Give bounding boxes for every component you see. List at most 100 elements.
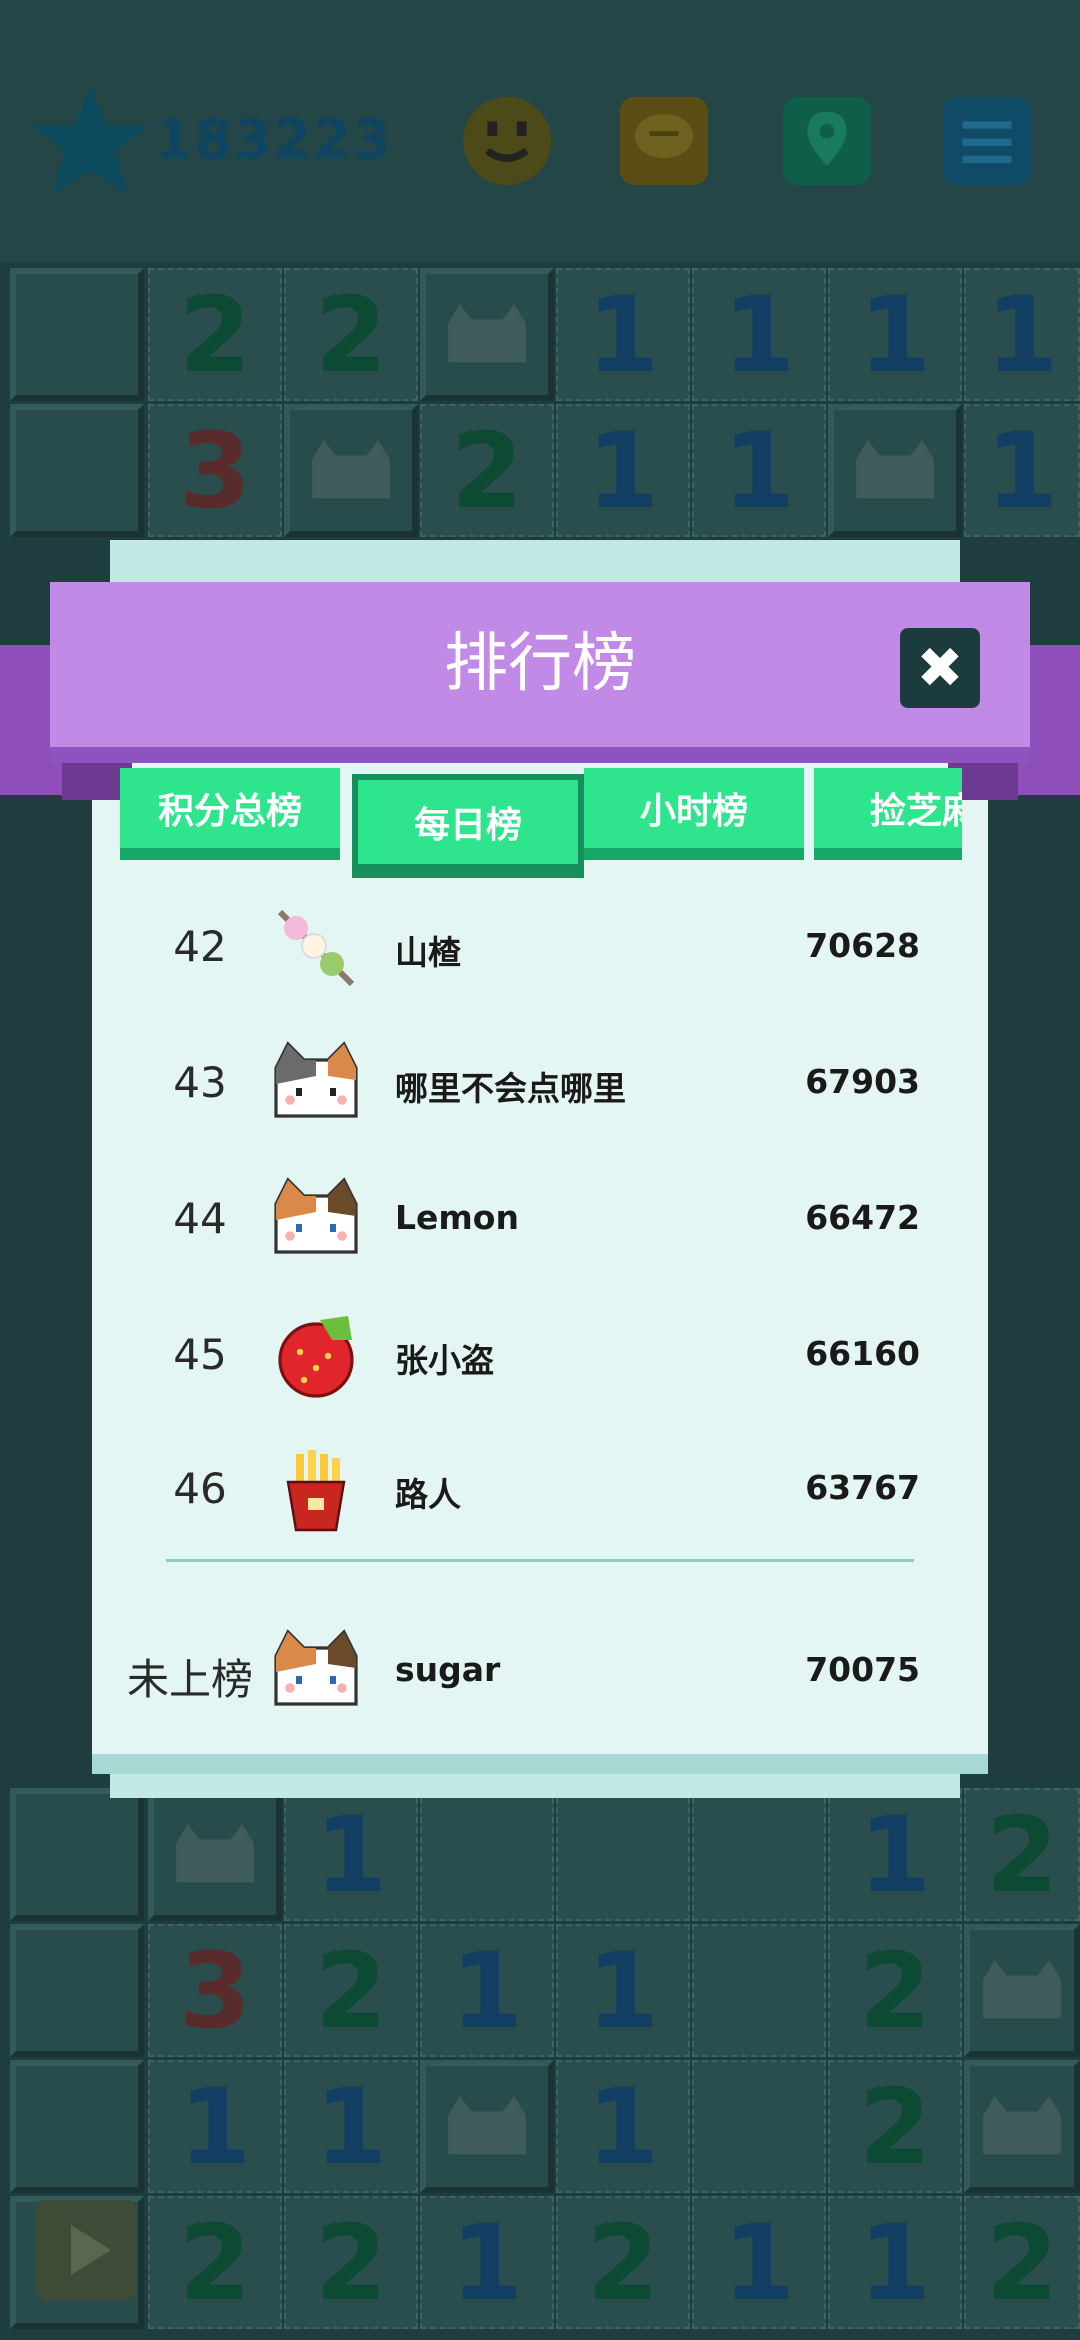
board-cell[interactable]: 2 — [964, 1788, 1080, 1921]
cat-icon — [856, 439, 934, 498]
tab-total[interactable]: 积分总榜 — [120, 768, 340, 860]
player-points: 66472 — [805, 1198, 920, 1237]
skewer-icon — [277, 909, 355, 987]
rank: 45 — [173, 1330, 227, 1379]
board-cell[interactable]: 3 — [148, 1924, 282, 2057]
board-cell[interactable]: 1 — [556, 2060, 690, 2193]
board-cell[interactable]: 1 — [692, 268, 826, 401]
close-icon: ✖ — [916, 635, 964, 701]
player-name: 山楂 — [395, 933, 461, 972]
leaderboard-row: 46 路人 63767 — [120, 1442, 920, 1542]
board-cell[interactable] — [420, 1788, 554, 1921]
tab-hourly[interactable]: 小时榜 — [584, 768, 804, 860]
board-cell[interactable]: 1 — [828, 1788, 962, 1921]
board-cell[interactable]: 2 — [420, 404, 554, 537]
rank: 43 — [173, 1058, 227, 1107]
list-menu-icon — [942, 96, 1032, 186]
map-button[interactable] — [775, 92, 879, 190]
close-button[interactable]: ✖ — [900, 628, 980, 708]
board-cell[interactable] — [692, 1924, 826, 2057]
cat-icon — [274, 1177, 358, 1254]
cat-icon — [448, 303, 526, 362]
leaderboard-row: 44 Lemon 66472 — [120, 1172, 920, 1272]
divider — [166, 1559, 914, 1562]
board-cell[interactable]: 2 — [828, 1924, 962, 2057]
location-pin-icon — [782, 96, 872, 186]
board-cell[interactable]: 3 — [148, 404, 282, 537]
board-cell[interactable]: 2 — [148, 268, 282, 401]
player-points: 66160 — [805, 1334, 920, 1373]
board-cell[interactable]: 2 — [964, 2196, 1080, 2329]
fries-icon — [286, 1450, 346, 1532]
board-cell[interactable]: 1 — [148, 2060, 282, 2193]
rank: 42 — [173, 922, 227, 971]
tab-daily[interactable]: 每日榜 — [352, 774, 584, 878]
play-icon — [71, 2225, 111, 2275]
player-name: 张小盗 — [395, 1341, 494, 1380]
cat-icon — [983, 2095, 1061, 2154]
board-cell[interactable] — [828, 404, 962, 537]
board-cell[interactable] — [556, 1788, 690, 1921]
smiley-icon — [462, 96, 552, 186]
player-name: 哪里不会点哪里 — [395, 1069, 626, 1108]
board-cell[interactable]: 2 — [284, 268, 418, 401]
board-cell[interactable] — [692, 2060, 826, 2193]
leaderboard-row: 43 哪里不会点哪里 67903 — [120, 1036, 920, 1136]
board-cell[interactable]: 1 — [284, 1788, 418, 1921]
cat-icon — [176, 1823, 254, 1882]
board-cell[interactable] — [964, 2060, 1080, 2193]
player-points: 70075 — [805, 1650, 920, 1689]
board-cell[interactable]: 1 — [556, 1924, 690, 2057]
player-name: Lemon — [395, 1198, 519, 1237]
board-cell[interactable]: 1 — [692, 404, 826, 537]
board-cell[interactable]: 2 — [284, 1924, 418, 2057]
play-button[interactable] — [36, 2200, 136, 2300]
board-cell[interactable]: 1 — [420, 2196, 554, 2329]
cat-icon — [274, 1629, 358, 1706]
board-cell[interactable] — [964, 1924, 1080, 2057]
board-cell[interactable] — [10, 1788, 144, 1921]
leaderboard-row: 42 山楂 70628 — [120, 900, 920, 1000]
cat-icon — [983, 1959, 1061, 2018]
rank: 46 — [173, 1464, 227, 1513]
board-cell[interactable]: 2 — [148, 2196, 282, 2329]
chat-button[interactable] — [612, 92, 716, 190]
chat-icon — [619, 96, 709, 186]
tab-sesame[interactable]: 捡芝麻 — [814, 768, 962, 860]
player-points: 63767 — [805, 1468, 920, 1507]
player-name: sugar — [395, 1650, 501, 1689]
board-cell[interactable]: 1 — [828, 268, 962, 401]
board-cell[interactable]: 1 — [692, 2196, 826, 2329]
board-cell[interactable]: 1 — [556, 268, 690, 401]
face-button[interactable] — [455, 92, 559, 190]
board-cell[interactable] — [692, 1788, 826, 1921]
board-cell[interactable]: 1 — [284, 2060, 418, 2193]
leaderboard-row: 45 张小盗 66160 — [120, 1308, 920, 1408]
board-cell[interactable]: 1 — [964, 268, 1080, 401]
strawberry-icon — [278, 1316, 354, 1398]
menu-button[interactable] — [935, 92, 1039, 190]
board-cell[interactable] — [10, 1924, 144, 2057]
rank: 44 — [173, 1194, 227, 1243]
board-cell[interactable]: 1 — [556, 404, 690, 537]
board-cell[interactable] — [148, 1788, 282, 1921]
board-cell[interactable]: 2 — [556, 2196, 690, 2329]
score-value: 183223 — [155, 108, 393, 171]
board-cell[interactable]: 1 — [964, 404, 1080, 537]
board-cell[interactable]: 2 — [284, 2196, 418, 2329]
board-cell[interactable] — [10, 268, 144, 401]
board-cell[interactable]: 1 — [420, 1924, 554, 2057]
rank: 未上榜 — [126, 1655, 253, 1704]
cat-icon — [274, 1041, 358, 1118]
top-bar: 183223 — [0, 0, 1080, 262]
board-cell[interactable] — [10, 2060, 144, 2193]
board-cell[interactable] — [284, 404, 418, 537]
my-rank-row: 未上榜 sugar 70075 — [110, 1624, 920, 1724]
board-cell[interactable] — [420, 268, 554, 401]
board-cell[interactable] — [420, 2060, 554, 2193]
board-cell[interactable] — [10, 404, 144, 537]
board-cell[interactable]: 2 — [828, 2060, 962, 2193]
player-points: 67903 — [805, 1062, 920, 1101]
cat-icon — [312, 439, 390, 498]
board-cell[interactable]: 1 — [828, 2196, 962, 2329]
